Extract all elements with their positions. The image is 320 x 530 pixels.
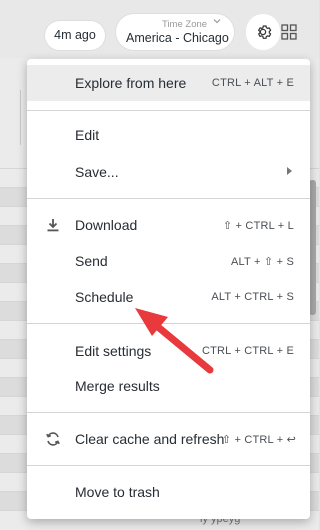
annotation-arrow-icon [135, 308, 214, 374]
